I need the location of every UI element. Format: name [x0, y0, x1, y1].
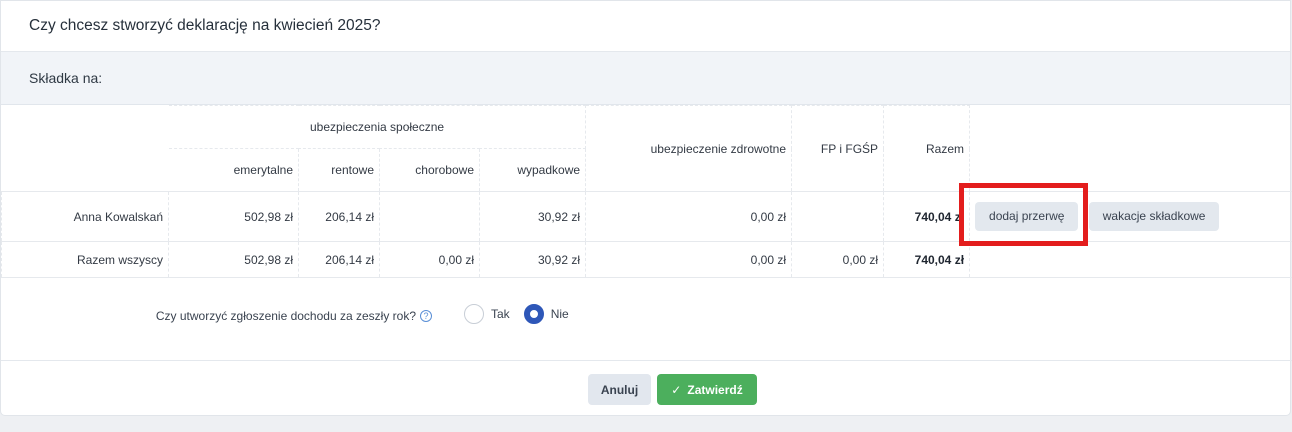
confirm-button-label: Zatwierdź: [687, 382, 743, 397]
cell-fp: 0,00 zł: [791, 241, 885, 278]
cell-emerytalne: 502,98 zł: [168, 241, 299, 278]
footer-divider: [1, 360, 1292, 361]
income-question-label: Czy utworzyć zgłoszenie dochodu za zeszł…: [155, 309, 416, 323]
cell-fp: [791, 191, 885, 242]
row-name: Razem wszyscy: [1, 241, 169, 278]
cell-zdrowotne: 0,00 zł: [585, 191, 793, 242]
actions-header-cell: [970, 106, 1292, 192]
add-break-button[interactable]: dodaj przerwę: [975, 202, 1079, 231]
row-name: Anna Kowalskań: [1, 191, 169, 242]
radio-tak-label[interactable]: Tak: [491, 307, 510, 321]
cell-razem: 740,04 zł: [883, 241, 971, 278]
radio-nie-label[interactable]: Nie: [551, 307, 569, 321]
name-header-cell: [2, 106, 169, 192]
cell-wypadkowe: 30,92 zł: [478, 241, 587, 278]
confirm-button[interactable]: ✓ Zatwierdź: [657, 374, 757, 405]
row-actions: dodaj przerwę wakacje składkowe: [969, 191, 1292, 242]
cell-rentowe: 206,14 zł: [298, 241, 380, 278]
cancel-button-label: Anuluj: [600, 382, 639, 397]
header-wypadkowe: wypadkowe: [478, 148, 587, 192]
dialog-footer: Anuluj ✓ Zatwierdź: [1, 374, 1292, 405]
cell-emerytalne: 502,98 zł: [168, 191, 299, 242]
header-razem: Razem: [883, 105, 971, 192]
header-rentowe: rentowe: [298, 148, 380, 192]
radio-nie[interactable]: [523, 304, 544, 324]
table-row: Anna Kowalskań 502,98 zł 206,14 zł 30,92…: [1, 191, 1292, 242]
income-radio-group: Tak Nie: [464, 304, 583, 324]
cell-chorobowe: [379, 191, 480, 242]
cancel-button[interactable]: Anuluj: [588, 374, 651, 405]
header-fp-fgsp: FP i FGŚP: [791, 105, 885, 192]
cell-wypadkowe: 30,92 zł: [478, 191, 587, 242]
social-insurance-group-header: ubezpieczenia społeczne: [167, 105, 587, 149]
cell-rentowe: 206,14 zł: [298, 191, 380, 242]
radio-tak[interactable]: [464, 304, 484, 324]
contribution-holiday-button[interactable]: wakacje składkowe: [1088, 202, 1220, 231]
cell-razem: 740,04 zł: [883, 191, 971, 242]
declaration-dialog: Czy chcesz stworzyć deklarację na kwieci…: [0, 0, 1292, 416]
header-zdrowotne: ubezpieczenie zdrowotne: [585, 105, 793, 192]
question-circle-icon[interactable]: ?: [420, 310, 432, 322]
row-actions-empty: [969, 241, 1292, 278]
header-chorobowe: chorobowe: [379, 148, 480, 192]
cell-zdrowotne: 0,00 zł: [585, 241, 793, 278]
table-row: Razem wszyscy 502,98 zł 206,14 zł 0,00 z…: [1, 241, 1292, 278]
contributions-table: ubezpieczenia społeczne ubezpieczenie zd…: [1, 105, 1292, 278]
cell-chorobowe: 0,00 zł: [379, 241, 480, 278]
dialog-subtitle: Składka na:: [1, 52, 1290, 105]
header-emerytalne: emerytalne: [168, 148, 299, 192]
income-question: Czy utworzyć zgłoszenie dochodu za zeszł…: [156, 309, 432, 323]
check-icon: ✓: [671, 382, 682, 397]
dialog-title: Czy chcesz stworzyć deklarację na kwieci…: [1, 1, 1290, 52]
income-question-row: Czy utworzyć zgłoszenie dochodu za zeszł…: [1, 301, 1292, 331]
